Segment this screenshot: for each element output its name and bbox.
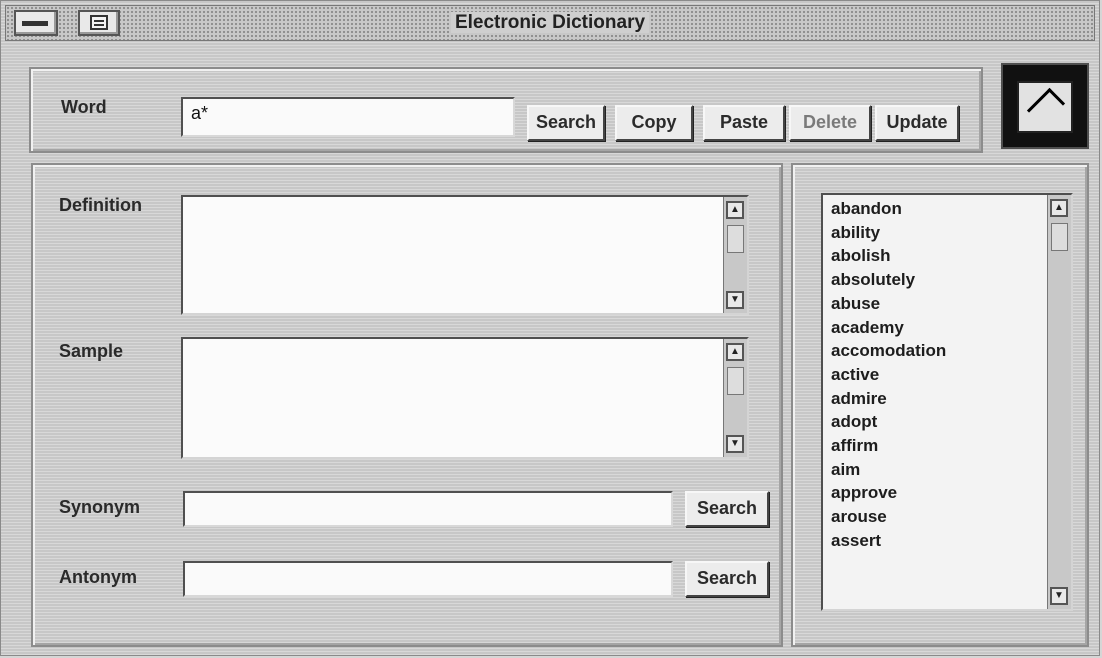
- word-label: Word: [61, 97, 107, 117]
- up-arrow-icon[interactable]: ▲: [1050, 199, 1068, 217]
- paste-button[interactable]: Paste: [703, 105, 785, 141]
- word-listbox[interactable]: abandon ability abolish absolutely abuse acad…: [821, 193, 1073, 611]
- down-arrow-icon[interactable]: ▼: [726, 291, 744, 309]
- update-button[interactable]: Update: [875, 105, 959, 141]
- word-list-panel: abandon ability abolish absolutely abuse acad…: [791, 163, 1089, 647]
- logo-inner: [1017, 81, 1073, 133]
- window-title: Electronic Dictionary: [6, 6, 1094, 40]
- down-arrow-icon[interactable]: ▼: [726, 435, 744, 453]
- down-arrow-icon[interactable]: ▼: [1050, 587, 1068, 605]
- definition-label: Definition: [59, 195, 142, 215]
- copy-button[interactable]: Copy: [615, 105, 693, 141]
- list-item[interactable]: academy: [831, 316, 1071, 340]
- up-arrow-icon[interactable]: ▲: [726, 201, 744, 219]
- antonym-search-button[interactable]: Search: [685, 561, 769, 597]
- sample-scrollbar[interactable]: ▲ ▼: [723, 339, 747, 457]
- list-item[interactable]: abolish: [831, 244, 1071, 268]
- sample-textarea[interactable]: ▲ ▼: [181, 337, 749, 459]
- sample-label: Sample: [59, 341, 124, 361]
- word-search-panel: Word a* Search Copy Paste Delete Update: [29, 67, 983, 153]
- list-item[interactable]: absolutely: [831, 268, 1071, 292]
- synonym-search-button[interactable]: Search: [685, 491, 769, 527]
- list-item[interactable]: arouse: [831, 505, 1071, 529]
- definition-textarea[interactable]: ▲ ▼: [181, 195, 749, 315]
- list-item[interactable]: accomodation: [831, 339, 1071, 363]
- electronic-dictionary-window: Electronic Dictionary Word a* Search Cop…: [0, 0, 1100, 656]
- list-item[interactable]: assert: [831, 529, 1071, 553]
- up-arrow-icon[interactable]: ▲: [726, 343, 744, 361]
- definition-scrollbar[interactable]: ▲ ▼: [723, 197, 747, 313]
- app-logo-icon: [1001, 63, 1089, 149]
- list-item[interactable]: active: [831, 363, 1071, 387]
- list-item[interactable]: affirm: [831, 434, 1071, 458]
- list-item[interactable]: abuse: [831, 292, 1071, 316]
- word-input[interactable]: a*: [181, 97, 515, 137]
- list-item[interactable]: approve: [831, 481, 1071, 505]
- antonym-label: Antonym: [59, 567, 137, 587]
- search-button[interactable]: Search: [527, 105, 605, 141]
- list-item[interactable]: aim: [831, 458, 1071, 482]
- list-item[interactable]: ability: [831, 221, 1071, 245]
- word-list-scroll-thumb[interactable]: [1051, 223, 1068, 251]
- title-bar[interactable]: Electronic Dictionary: [5, 5, 1095, 41]
- sample-scroll-thumb[interactable]: [727, 367, 744, 395]
- synonym-input[interactable]: [183, 491, 673, 527]
- list-item[interactable]: admire: [831, 387, 1071, 411]
- list-item[interactable]: abandon: [831, 197, 1071, 221]
- synonym-label: Synonym: [59, 497, 141, 517]
- antonym-input[interactable]: [183, 561, 673, 597]
- delete-button[interactable]: Delete: [789, 105, 871, 141]
- definition-scroll-thumb[interactable]: [727, 225, 744, 253]
- details-panel: Definition ▲ ▼ Sample ▲ ▼ Synonym Search…: [31, 163, 783, 647]
- list-item[interactable]: adopt: [831, 410, 1071, 434]
- word-list: abandon ability abolish absolutely abuse acad…: [823, 195, 1071, 553]
- word-list-scrollbar[interactable]: ▲ ▼: [1047, 195, 1071, 609]
- spiral-mark: [1026, 87, 1066, 127]
